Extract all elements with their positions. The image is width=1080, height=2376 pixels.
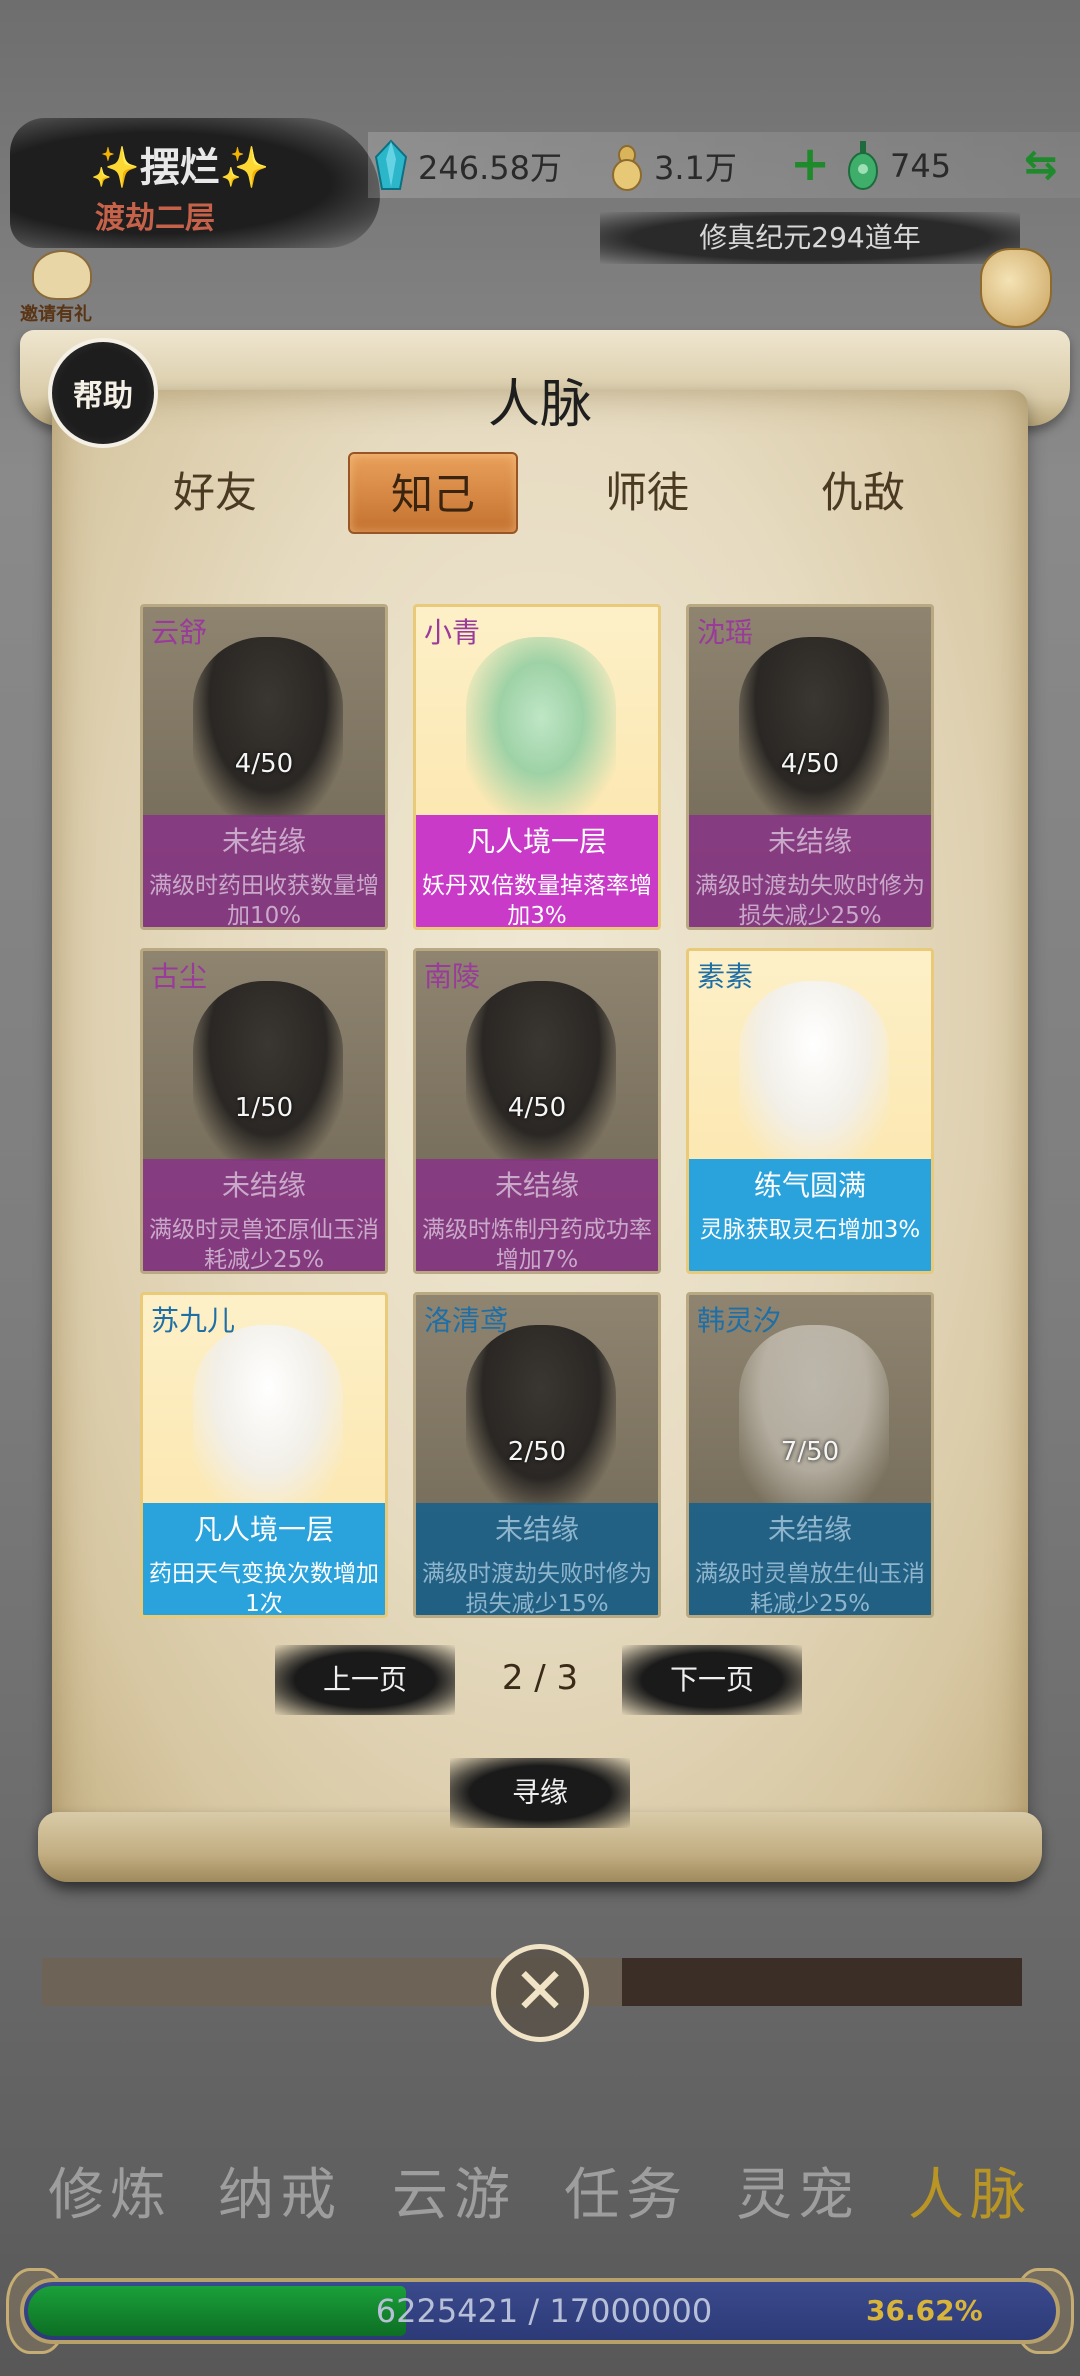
card-status: 未结缘	[689, 1503, 931, 1557]
card-progress: 4/50	[507, 1093, 567, 1123]
card-name: 素素	[697, 960, 754, 993]
nav-relations[interactable]: 人脉	[890, 2150, 1050, 2231]
jade-value: 745	[890, 147, 952, 185]
gift-bag-icon[interactable]	[980, 248, 1052, 328]
portrait-image	[193, 1325, 343, 1505]
card-nanling[interactable]: 南陵 4/50 未结缘 满级时炼制丹药成功率增加7%	[413, 948, 661, 1274]
page-indicator: 2 / 3	[501, 1658, 579, 1698]
card-description: 满级时药田收获数量增加10%	[143, 869, 385, 927]
nav-pets[interactable]: 灵宠	[718, 2150, 878, 2231]
card-status: 凡人境一层	[416, 815, 658, 869]
card-description: 满级时灵兽放生仙玉消耗减少25%	[689, 1557, 931, 1615]
resource-gold[interactable]: 3.1万	[610, 138, 737, 194]
card-description: 灵脉获取灵石增加3%	[689, 1213, 931, 1271]
card-status: 未结缘	[689, 815, 931, 869]
nav-travel[interactable]: 云游	[374, 2150, 534, 2231]
spirit-stone-value: 246.58万	[418, 149, 562, 187]
card-progress: 1/50	[234, 1093, 294, 1123]
card-description: 满级时炼制丹药成功率增加7%	[416, 1213, 658, 1271]
close-button[interactable]: ✕	[491, 1944, 589, 2042]
panel-title: 人脉	[487, 375, 592, 435]
gold-gourd-icon	[612, 145, 642, 191]
nav-tasks[interactable]: 任务	[546, 2150, 706, 2231]
card-progress: 4/50	[234, 749, 294, 779]
rabbit-icon	[32, 250, 92, 300]
card-hanlingxi[interactable]: 韩灵汐 7/50 未结缘 满级时灵兽放生仙玉消耗减少25%	[686, 1292, 934, 1618]
portrait-image	[466, 981, 616, 1161]
jade-pendant-icon	[848, 141, 878, 190]
portrait-image	[193, 981, 343, 1161]
card-description: 满级时渡劫失败时修为损失减少15%	[416, 1557, 658, 1615]
portrait-image	[739, 1325, 889, 1505]
card-description: 妖丹双倍数量掉落率增加3%	[416, 869, 658, 927]
card-name: 苏九儿	[151, 1304, 236, 1337]
portrait-image	[466, 637, 616, 817]
background-bar	[622, 1958, 1022, 2006]
portrait-image	[193, 637, 343, 817]
card-name: 洛清鸢	[424, 1304, 509, 1337]
card-name: 沈瑶	[697, 616, 754, 649]
nav-storage-ring[interactable]: 纳戒	[200, 2150, 360, 2231]
player-realm: 渡劫二层	[95, 201, 215, 236]
card-name: 韩灵汐	[697, 1304, 782, 1337]
invite-label: 邀请有礼	[20, 304, 92, 325]
card-sujiuer[interactable]: 苏九儿 凡人境一层 药田天气变换次数增加1次	[140, 1292, 388, 1618]
card-description: 满级时渡劫失败时修为损失减少25%	[689, 869, 931, 927]
xp-percent: 36.62%	[866, 2294, 983, 2327]
gold-value: 3.1万	[654, 149, 737, 187]
card-xiaoqing[interactable]: 小青 凡人境一层 妖丹双倍数量掉落率增加3%	[413, 604, 661, 930]
card-progress: 7/50	[780, 1437, 840, 1467]
seek-fate-button[interactable]: 寻缘	[450, 1758, 630, 1828]
card-name: 古尘	[151, 960, 208, 993]
add-currency-button[interactable]: +	[790, 136, 830, 192]
invite-reward-button[interactable]: 邀请有礼	[20, 250, 106, 330]
card-name: 小青	[424, 616, 481, 649]
card-susu[interactable]: 素素 练气圆满 灵脉获取灵石增加3%	[686, 948, 934, 1274]
portrait-image	[739, 981, 889, 1161]
sparkle-icon: ✨	[219, 145, 270, 191]
card-luoqingyuan[interactable]: 洛清鸢 2/50 未结缘 满级时渡劫失败时修为损失减少15%	[413, 1292, 661, 1618]
card-status: 未结缘	[416, 1159, 658, 1213]
card-progress: 4/50	[780, 749, 840, 779]
nav-cultivate[interactable]: 修炼	[30, 2150, 190, 2231]
player-name-text: 摆烂	[139, 145, 220, 191]
next-page-button[interactable]: 下一页	[622, 1645, 802, 1715]
card-description: 满级时灵兽还原仙玉消耗减少25%	[143, 1213, 385, 1271]
card-progress: 2/50	[507, 1437, 567, 1467]
resource-spirit-stone[interactable]: 246.58万	[374, 138, 562, 194]
bottom-nav: 修炼 纳戒 云游 任务 灵宠 人脉	[0, 2150, 1080, 2240]
xp-bar: 6225421 / 17000000 36.62%	[20, 2278, 1060, 2344]
prev-page-button[interactable]: 上一页	[275, 1645, 455, 1715]
card-name: 云舒	[151, 616, 208, 649]
tab-friends[interactable]: 好友	[130, 452, 300, 534]
tab-enemies[interactable]: 仇敌	[778, 452, 948, 534]
card-status: 未结缘	[143, 815, 385, 869]
tab-master-disciple[interactable]: 师徒	[562, 452, 732, 534]
card-shenyao[interactable]: 沈瑶 4/50 未结缘 满级时渡劫失败时修为损失减少25%	[686, 604, 934, 930]
sparkle-icon: ✨	[90, 145, 140, 191]
resource-jade[interactable]: 745	[846, 138, 951, 194]
era-label: 修真纪元294道年	[600, 212, 1020, 264]
spirit-stone-icon	[374, 139, 408, 190]
player-name: ✨摆烂✨	[90, 135, 270, 193]
swap-icon[interactable]: ⇆	[1024, 140, 1058, 190]
card-description: 药田天气变换次数增加1次	[143, 1557, 385, 1615]
portrait-image	[466, 1325, 616, 1505]
card-status: 未结缘	[143, 1159, 385, 1213]
card-name: 南陵	[424, 960, 481, 993]
card-yunshu[interactable]: 云舒 4/50 未结缘 满级时药田收获数量增加10%	[140, 604, 388, 930]
card-status: 未结缘	[416, 1503, 658, 1557]
help-button[interactable]: 帮助	[48, 338, 158, 448]
tab-confidant[interactable]: 知己	[348, 452, 518, 534]
portrait-image	[739, 637, 889, 817]
top-bar: ✨摆烂✨ 渡劫二层 246.58万 3.1万 + 745 ⇆ 修真纪元294道年…	[0, 0, 1080, 328]
card-status: 凡人境一层	[143, 1503, 385, 1557]
card-guchen[interactable]: 古尘 1/50 未结缘 满级时灵兽还原仙玉消耗减少25%	[140, 948, 388, 1274]
card-status: 练气圆满	[689, 1159, 931, 1213]
